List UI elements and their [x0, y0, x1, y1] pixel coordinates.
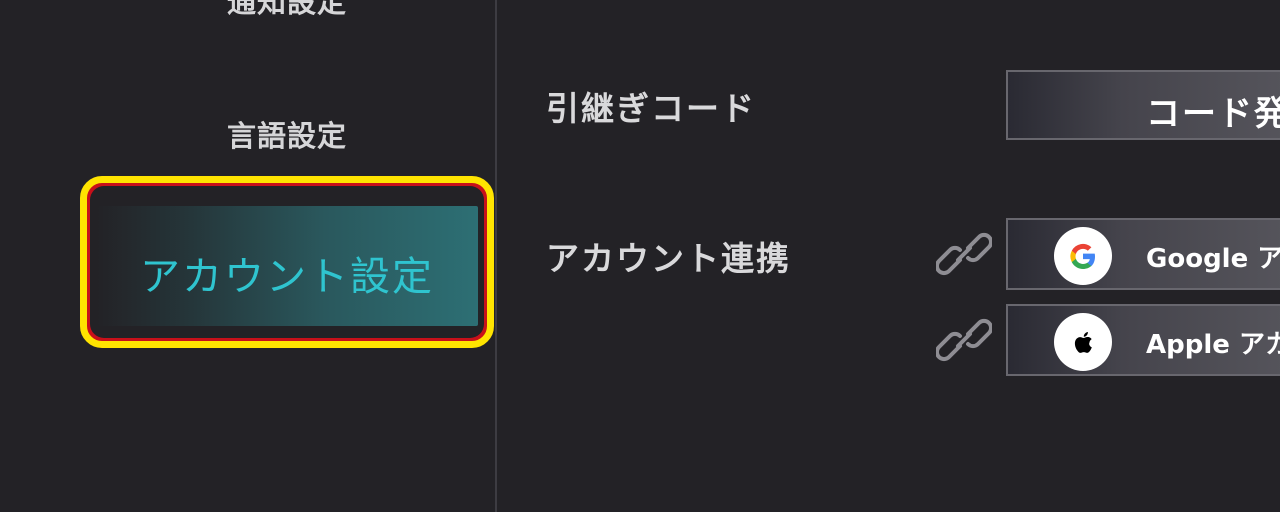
chain-link-icon: [936, 318, 992, 362]
sidebar-item-notifications[interactable]: 通知設定: [88, 0, 486, 22]
issue-code-button-label: コード発: [1146, 94, 1280, 134]
apple-icon-circle: [1054, 313, 1112, 371]
settings-sidebar: 通知設定 言語設定 アカウント設定: [0, 0, 496, 512]
apple-button-label: Apple アカ: [1146, 330, 1280, 360]
active-item-panel: アカウント設定: [90, 186, 484, 338]
settings-screen: 通知設定 言語設定 アカウント設定 引継ぎコード コード発 アカウント連携 Go…: [0, 0, 1280, 512]
highlight-frame: アカウント設定: [80, 176, 494, 348]
google-link-button[interactable]: Google アカ: [1006, 218, 1280, 290]
google-button-label: Google アカ: [1146, 244, 1280, 274]
sidebar-item-account[interactable]: アカウント設定: [80, 176, 494, 348]
google-icon-circle: [1054, 227, 1112, 285]
apple-icon: [1074, 332, 1092, 353]
chain-link-icon: [936, 232, 992, 276]
account-link-label: アカウント連携: [546, 239, 791, 278]
issue-code-button[interactable]: コード発: [1006, 70, 1280, 140]
sidebar-divider: [495, 0, 497, 512]
sidebar-item-label: アカウント設定: [140, 254, 434, 300]
transfer-code-label: 引継ぎコード: [546, 89, 756, 128]
apple-link-button[interactable]: Apple アカ: [1006, 304, 1280, 376]
google-icon: [1070, 243, 1095, 270]
sidebar-item-language[interactable]: 言語設定: [88, 114, 486, 158]
